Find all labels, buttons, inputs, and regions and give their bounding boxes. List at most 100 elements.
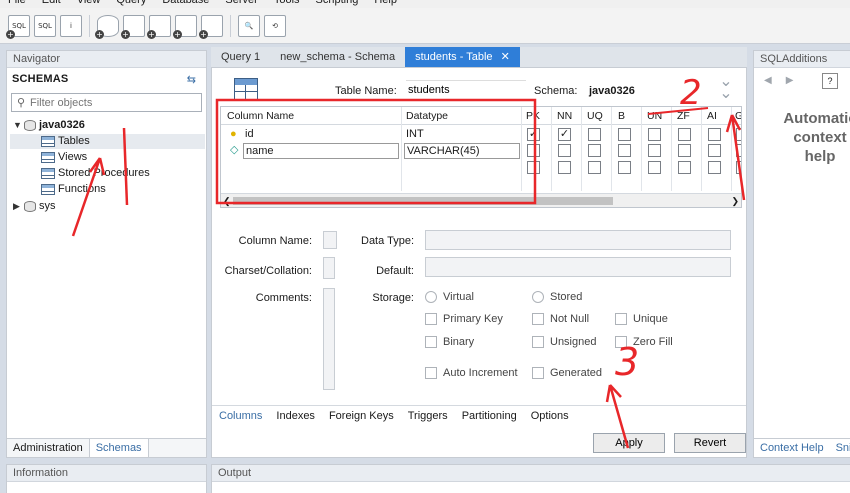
comments-field[interactable] — [323, 288, 335, 390]
refresh-icon[interactable]: ⇆ — [187, 73, 196, 86]
tab-administration[interactable]: Administration — [7, 439, 89, 457]
tab-schemas[interactable]: Schemas — [88, 439, 149, 457]
checkbox-uq[interactable] — [588, 161, 601, 174]
checkbox-pk[interactable]: ✓ — [527, 128, 540, 141]
default-field[interactable] — [425, 257, 731, 277]
radio-virtual[interactable]: Virtual — [425, 291, 474, 303]
checkbox-nn[interactable]: ✓ — [558, 128, 571, 141]
tab-options[interactable]: Options — [524, 406, 576, 425]
checkbox-b[interactable] — [618, 128, 631, 141]
scroll-right-icon[interactable]: ❯ — [731, 194, 739, 207]
menu-file[interactable]: File — [0, 0, 34, 8]
inspector-icon[interactable]: i — [60, 14, 82, 37]
table-row[interactable] — [221, 160, 741, 176]
create-table-icon[interactable]: + — [121, 14, 145, 39]
menu-query[interactable]: Query — [108, 0, 154, 8]
create-procedure-icon[interactable]: + — [173, 14, 197, 39]
checkbox-zf[interactable] — [678, 161, 691, 174]
cell-datatype[interactable]: VARCHAR(45) — [404, 143, 520, 159]
back-icon[interactable]: ◀ — [764, 75, 772, 86]
checkbox-uq[interactable] — [588, 128, 601, 141]
checkbox-not-null[interactable]: Not Null — [532, 313, 589, 325]
header-nn[interactable]: NN — [557, 107, 572, 125]
checkbox-uq[interactable] — [588, 144, 601, 157]
create-view-icon[interactable]: + — [147, 14, 171, 39]
checkbox-pk[interactable] — [527, 144, 540, 157]
checkbox-binary[interactable]: Binary — [425, 336, 474, 348]
tab-context-help[interactable]: Context Help — [754, 439, 830, 457]
checkbox-b[interactable] — [618, 161, 631, 174]
expand-arrow-icon[interactable]: ▼ — [13, 118, 22, 133]
checkbox-g[interactable] — [736, 144, 741, 157]
header-zf[interactable]: ZF — [677, 107, 690, 125]
charset-field[interactable] — [323, 257, 335, 279]
tree-item-views[interactable]: Views — [41, 150, 87, 165]
tree-item-tables[interactable]: Tables — [10, 134, 205, 149]
menu-server[interactable]: Server — [217, 0, 265, 8]
tab-students-table[interactable]: students - Table ✕ — [405, 47, 520, 67]
menu-database[interactable]: Database — [154, 0, 217, 8]
header-datatype[interactable]: Datatype — [406, 107, 448, 125]
tab-indexes[interactable]: Indexes — [269, 406, 322, 425]
checkbox-g[interactable] — [736, 128, 741, 141]
auto-help-toggle-icon[interactable]: ? — [822, 73, 838, 89]
checkbox-auto-increment[interactable]: Auto Increment — [425, 367, 518, 379]
tab-columns[interactable]: Columns — [212, 406, 269, 425]
horizontal-scrollbar[interactable]: ❮ ❯ — [221, 193, 741, 207]
checkbox-nn[interactable] — [558, 161, 571, 174]
checkbox-ai[interactable] — [708, 161, 721, 174]
revert-button[interactable]: Revert — [674, 433, 746, 453]
tree-item-procedures[interactable]: Stored Procedures — [41, 166, 150, 181]
checkbox-ai[interactable] — [708, 128, 721, 141]
open-sql-script-icon[interactable]: SQL — [34, 14, 56, 37]
table-row[interactable]: ● id INT ✓ ✓ — [221, 127, 741, 143]
header-b[interactable]: B — [618, 107, 625, 125]
tab-foreign-keys[interactable]: Foreign Keys — [322, 406, 401, 425]
checkbox-un[interactable] — [648, 161, 661, 174]
cell-column-name[interactable]: id — [245, 127, 254, 142]
tab-triggers[interactable]: Triggers — [401, 406, 455, 425]
header-column-name[interactable]: Column Name — [227, 107, 294, 125]
collapse-chevron-icon[interactable]: ⌄ ⌄ — [715, 74, 737, 102]
checkbox-zf[interactable] — [678, 128, 691, 141]
collapse-arrow-icon[interactable]: ▶ — [13, 199, 21, 214]
menu-edit[interactable]: Edit — [34, 0, 69, 8]
cell-column-name[interactable]: name — [243, 143, 399, 159]
checkbox-zero-fill[interactable]: Zero Fill — [615, 336, 673, 348]
new-sql-tab-icon[interactable]: SQL + — [6, 14, 30, 39]
menu-tools[interactable]: Tools — [266, 0, 308, 8]
reconnect-icon[interactable]: ⟲ — [264, 14, 286, 37]
menu-scripting[interactable]: Scripting — [308, 0, 367, 8]
menu-help[interactable]: Help — [366, 0, 405, 8]
checkbox-un[interactable] — [648, 144, 661, 157]
header-ai[interactable]: AI — [707, 107, 717, 125]
create-schema-icon[interactable]: + — [95, 14, 119, 39]
table-name-input[interactable] — [406, 80, 526, 100]
checkbox-unsigned[interactable]: Unsigned — [532, 336, 596, 348]
scrollbar-thumb[interactable] — [233, 197, 613, 205]
header-pk[interactable]: PK — [526, 107, 540, 125]
checkbox-zf[interactable] — [678, 144, 691, 157]
checkbox-primary-key[interactable]: Primary Key — [425, 313, 503, 325]
checkbox-g[interactable] — [736, 161, 741, 174]
create-function-icon[interactable]: + — [199, 14, 223, 39]
forward-icon[interactable]: ▶ — [786, 75, 794, 86]
scroll-left-icon[interactable]: ❮ — [223, 194, 231, 207]
checkbox-ai[interactable] — [708, 144, 721, 157]
column-name-field[interactable] — [323, 231, 337, 249]
tab-query-1[interactable]: Query 1 — [211, 47, 270, 67]
tab-snippets[interactable]: Snippets — [830, 439, 850, 457]
header-g[interactable]: G — [735, 107, 741, 125]
tree-schema-sys[interactable]: ▶ sys — [13, 199, 56, 214]
menu-view[interactable]: View — [69, 0, 109, 8]
close-icon[interactable]: ✕ — [501, 47, 510, 67]
checkbox-b[interactable] — [618, 144, 631, 157]
checkbox-nn[interactable] — [558, 144, 571, 157]
tree-schema-java0326[interactable]: ▼ java0326 — [13, 118, 85, 133]
tab-partitioning[interactable]: Partitioning — [455, 406, 524, 425]
apply-button[interactable]: Apply — [593, 433, 665, 453]
filter-input[interactable] — [30, 96, 195, 109]
search-table-data-icon[interactable]: 🔍 — [238, 14, 260, 37]
header-un[interactable]: UN — [647, 107, 662, 125]
table-row[interactable]: ◇ name VARCHAR(45) — [221, 143, 741, 159]
